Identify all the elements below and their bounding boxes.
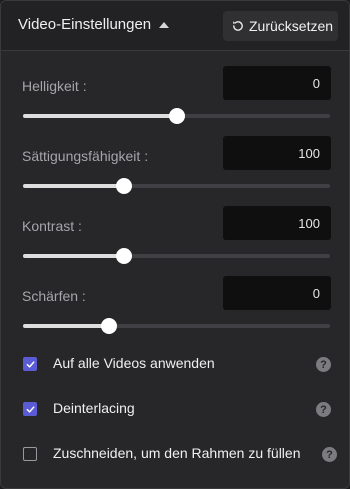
contrast-row: Kontrast :: [1, 206, 349, 276]
slider-thumb[interactable]: [100, 318, 117, 334]
reset-label: Zurücksetzen: [249, 18, 334, 34]
option-apply-all: Auf alle Videos anwenden ?: [1, 351, 349, 379]
brightness-row: Helligkeit :: [1, 66, 349, 136]
saturation-row: Sättigungsfähigkeit :: [1, 136, 349, 206]
sharpen-slider[interactable]: [23, 318, 330, 334]
checkmark-icon: [26, 360, 34, 368]
help-icon[interactable]: ?: [316, 402, 331, 417]
slider-fill: [23, 114, 177, 118]
deinterlacing-checkbox[interactable]: [23, 402, 37, 416]
saturation-value-box: [223, 136, 331, 170]
apply-all-checkbox[interactable]: [23, 357, 37, 371]
contrast-label: Kontrast :: [22, 218, 82, 234]
slider-thumb[interactable]: [116, 248, 133, 264]
option-deinterlacing: Deinterlacing ?: [1, 396, 349, 424]
slider-fill: [23, 184, 125, 188]
sharpen-input[interactable]: [223, 276, 331, 310]
caret-up-icon: [159, 22, 170, 28]
panel-header: Video-Einstellungen Zurücksetzen: [1, 1, 349, 51]
brightness-label: Helligkeit :: [22, 78, 87, 94]
sharpen-row: Schärfen :: [1, 276, 349, 346]
crop-fill-label[interactable]: Zuschneiden, um den Rahmen zu füllen: [53, 445, 300, 461]
help-icon[interactable]: ?: [316, 357, 331, 372]
panel-title: Video-Einstellungen: [18, 16, 152, 33]
saturation-slider[interactable]: [23, 178, 330, 194]
brightness-value-box: [223, 66, 331, 100]
contrast-value-box: [223, 206, 331, 240]
video-settings-panel: Video-Einstellungen Zurücksetzen Helligk…: [0, 0, 350, 489]
contrast-slider[interactable]: [23, 248, 330, 264]
option-crop-fill: Zuschneiden, um den Rahmen zu füllen ?: [1, 441, 349, 469]
brightness-input[interactable]: [223, 66, 331, 100]
slider-fill: [23, 254, 125, 258]
collapse-toggle[interactable]: Video-Einstellungen: [18, 16, 170, 33]
apply-all-label[interactable]: Auf alle Videos anwenden: [53, 355, 215, 371]
checkmark-icon: [26, 405, 34, 413]
saturation-input[interactable]: [223, 136, 331, 170]
slider-thumb[interactable]: [168, 108, 185, 124]
contrast-input[interactable]: [223, 206, 331, 240]
deinterlacing-label[interactable]: Deinterlacing: [53, 400, 135, 416]
reset-icon: [233, 21, 243, 31]
saturation-label: Sättigungsfähigkeit :: [22, 148, 149, 164]
help-icon[interactable]: ?: [322, 447, 337, 462]
sharpen-label: Schärfen :: [22, 288, 86, 304]
slider-fill: [23, 324, 109, 328]
reset-button[interactable]: Zurücksetzen: [223, 11, 338, 41]
brightness-slider[interactable]: [23, 108, 330, 124]
slider-thumb[interactable]: [116, 178, 133, 194]
sharpen-value-box: [223, 276, 331, 310]
crop-fill-checkbox[interactable]: [23, 447, 37, 461]
